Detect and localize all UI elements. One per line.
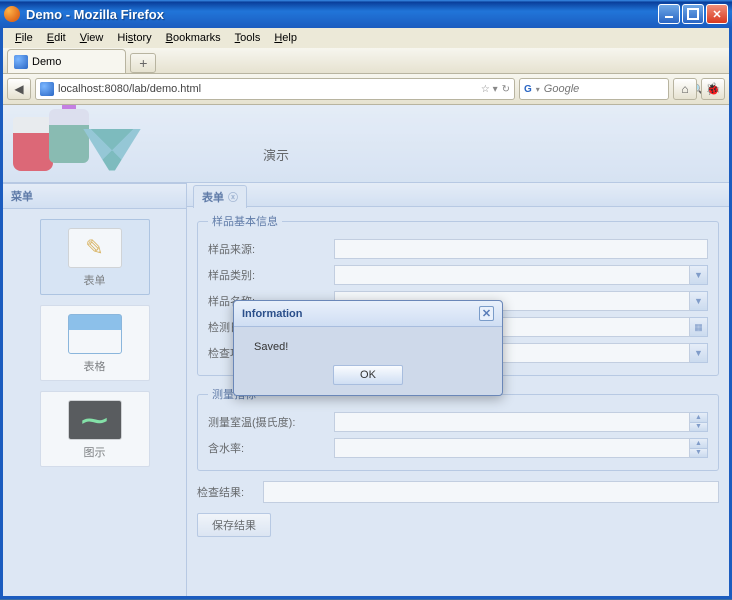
home-button[interactable]: ⌂ bbox=[673, 78, 697, 100]
window-titlebar: Demo - Mozilla Firefox bbox=[0, 0, 732, 28]
dialog-message: Saved! bbox=[254, 341, 288, 353]
favicon-icon bbox=[40, 82, 54, 96]
menu-history[interactable]: History bbox=[111, 30, 157, 46]
menu-tools[interactable]: Tools bbox=[229, 30, 267, 46]
back-button[interactable]: ◀ bbox=[7, 78, 31, 100]
search-input[interactable] bbox=[544, 83, 687, 95]
dialog-ok-button[interactable]: OK bbox=[333, 365, 403, 385]
menu-bookmarks[interactable]: Bookmarks bbox=[160, 30, 227, 46]
new-tab-button[interactable]: + bbox=[130, 53, 156, 73]
window-close-button[interactable] bbox=[706, 4, 728, 24]
browser-navbar: ◀ ☆ ▾ ↻ G ▾ 🔍 ⌂ 🐞 bbox=[3, 74, 729, 105]
firefox-icon bbox=[4, 6, 20, 22]
reload-button[interactable]: ↻ bbox=[502, 84, 510, 95]
browser-tabstrip: Demo + bbox=[3, 48, 729, 74]
dialog-close-button[interactable]: ✕ bbox=[479, 306, 494, 321]
menu-view[interactable]: View bbox=[74, 30, 110, 46]
menu-help[interactable]: Help bbox=[268, 30, 303, 46]
firebug-button[interactable]: 🐞 bbox=[701, 78, 725, 100]
search-bar[interactable]: G ▾ 🔍 bbox=[519, 78, 669, 100]
window-maximize-button[interactable] bbox=[682, 4, 704, 24]
window-title: Demo - Mozilla Firefox bbox=[26, 7, 658, 22]
google-icon: G bbox=[524, 82, 532, 96]
browser-tab-demo[interactable]: Demo bbox=[7, 49, 126, 73]
dialog-title: Information bbox=[242, 308, 303, 320]
url-bar[interactable]: ☆ ▾ ↻ bbox=[35, 78, 515, 100]
info-dialog: Information ✕ Saved! OK bbox=[233, 300, 503, 396]
url-input[interactable] bbox=[58, 83, 477, 95]
menu-edit[interactable]: Edit bbox=[41, 30, 72, 46]
browser-tab-label: Demo bbox=[32, 56, 61, 68]
window-minimize-button[interactable] bbox=[658, 4, 680, 24]
browser-menubar: File Edit View History Bookmarks Tools H… bbox=[3, 28, 729, 48]
menu-file[interactable]: File bbox=[9, 30, 39, 46]
